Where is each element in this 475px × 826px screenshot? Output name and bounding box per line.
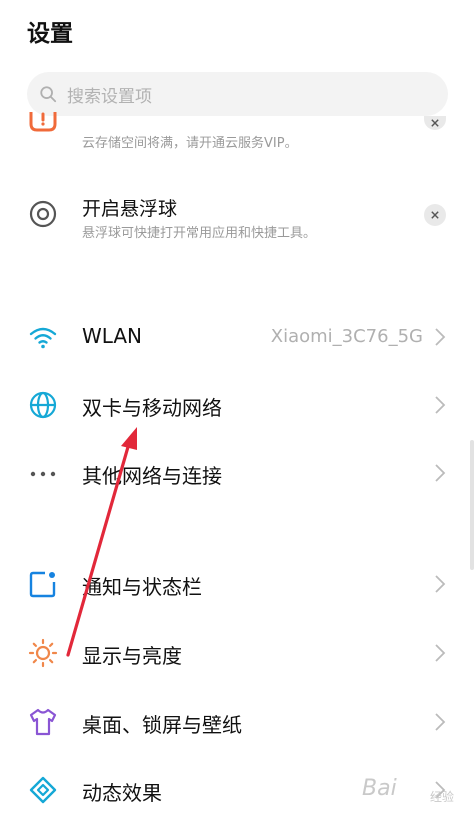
settings-item-dual-sim[interactable]: 双卡与移动网络: [0, 375, 475, 435]
chevron-right-icon: [435, 644, 446, 662]
chevron-right-icon: [435, 464, 446, 482]
item-label: 通知与状态栏: [82, 575, 202, 599]
shirt-icon: [29, 708, 57, 736]
floating-ball-card[interactable]: 开启悬浮球 悬浮球可快捷打开常用应用和快捷工具。: [0, 185, 475, 255]
card-description: 云存储空间将满，请开通云服务VIP。: [82, 136, 298, 151]
wlan-network-name: Xiaomi_3C76_5G: [270, 326, 423, 347]
settings-item-wallpaper[interactable]: 桌面、锁屏与壁纸: [0, 692, 475, 752]
floating-ball-icon: [29, 200, 57, 228]
watermark-sub: 经验: [430, 790, 455, 804]
settings-item-display[interactable]: 显示与亮度: [0, 623, 475, 683]
dismiss-button[interactable]: [424, 116, 446, 130]
settings-item-wlan[interactable]: WLAN Xiaomi_3C76_5G: [0, 307, 475, 367]
dismiss-button[interactable]: [424, 204, 446, 226]
chevron-right-icon: [435, 396, 446, 414]
item-label: 显示与亮度: [82, 644, 182, 668]
watermark-logo: Bai: [362, 776, 397, 801]
globe-icon: [29, 391, 57, 419]
wifi-icon: [29, 327, 57, 349]
item-label: WLAN: [82, 324, 143, 348]
close-icon: [431, 211, 439, 219]
page-title: 设置: [27, 21, 73, 47]
settings-item-animations[interactable]: 动态效果: [0, 760, 475, 820]
search-input[interactable]: 搜索设置项: [67, 82, 152, 107]
cloud-warning-icon: [29, 112, 57, 132]
search-icon: [40, 86, 57, 103]
card-description: 悬浮球可快捷打开常用应用和快捷工具。: [82, 226, 317, 241]
sun-icon: [28, 638, 58, 668]
item-label: 动态效果: [82, 781, 162, 805]
notification-icon: [29, 571, 56, 598]
close-icon: [431, 119, 439, 127]
chevron-right-icon: [435, 713, 446, 731]
settings-item-other-networks[interactable]: 其他网络与连接: [0, 443, 475, 503]
cloud-storage-card[interactable]: 云存储空间将满，请开通云服务VIP。: [0, 110, 475, 160]
item-label: 桌面、锁屏与壁纸: [82, 713, 242, 737]
item-label: 其他网络与连接: [82, 464, 222, 488]
chevron-right-icon: [435, 575, 446, 593]
more-dots-icon: [30, 471, 56, 477]
diamond-icon: [29, 776, 57, 804]
settings-item-notifications[interactable]: 通知与状态栏: [0, 554, 475, 614]
item-label: 双卡与移动网络: [82, 396, 222, 420]
chevron-right-icon: [435, 328, 446, 346]
scrollbar[interactable]: [470, 440, 474, 570]
card-title: 开启悬浮球: [82, 198, 178, 220]
